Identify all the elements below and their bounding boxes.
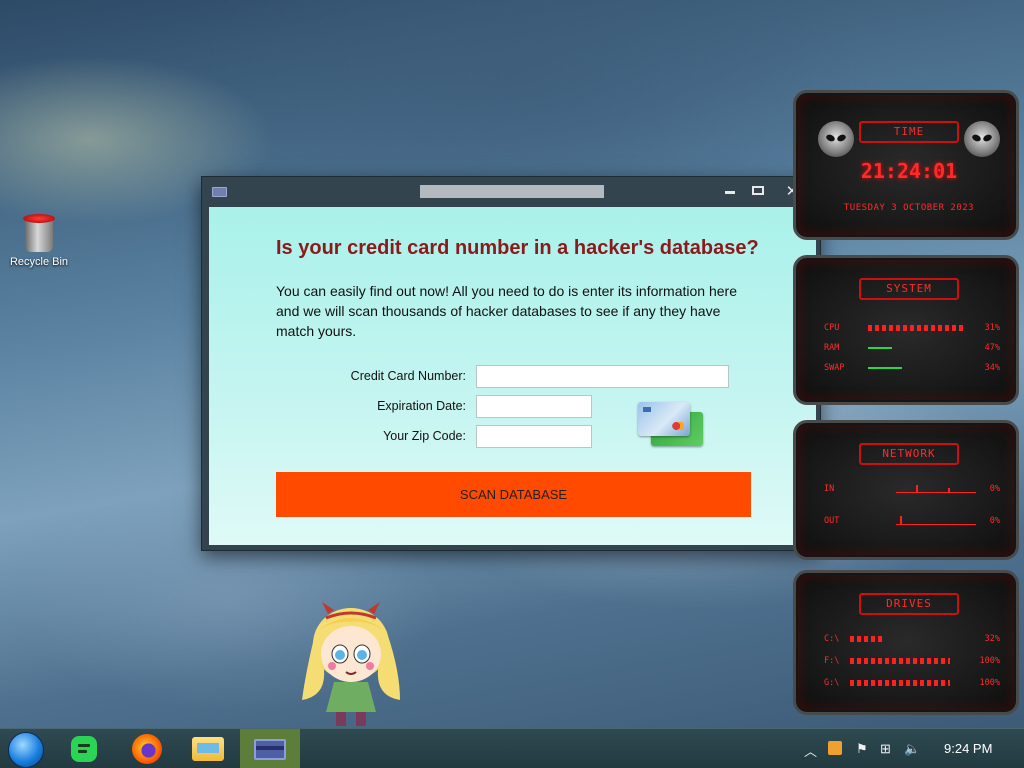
dialog-headline: Is your credit card number in a hacker's… <box>276 237 759 259</box>
recycle-bin-label: Recycle Bin <box>9 256 69 268</box>
credit-cards-icon <box>638 402 706 448</box>
chevron-up-icon[interactable]: ︿ <box>804 741 817 760</box>
recycle-bin-icon <box>23 214 55 252</box>
drive-c-label: C:\ <box>824 634 840 644</box>
update-icon[interactable] <box>828 741 842 755</box>
ram-label: RAM <box>824 343 840 353</box>
drive-c-row: C:\ 32% <box>824 633 1000 645</box>
drive-g-row: G:\ 100% <box>824 677 1000 689</box>
drive-c-bar <box>850 636 884 642</box>
swap-label: SWAP <box>824 363 845 373</box>
drive-c-value: 32% <box>984 634 1000 644</box>
swap-bar <box>868 367 902 369</box>
network-badge: NETWORK <box>859 443 959 465</box>
drive-f-value: 100% <box>979 656 1000 666</box>
dialog-content: Is your credit card number in a hacker's… <box>209 207 816 545</box>
card-number-field[interactable] <box>476 365 729 388</box>
maximize-icon <box>752 186 764 195</box>
drives-badge: DRIVES <box>859 593 959 615</box>
app-card-icon <box>212 187 227 197</box>
zip-code-field[interactable] <box>476 425 592 448</box>
cpu-label: CPU <box>824 323 840 333</box>
taskbar-credit-card-app[interactable] <box>240 729 300 768</box>
gadget-clock-time: 21:24:01 <box>860 159 958 183</box>
dialog-intro-text: You can easily find out now! All you nee… <box>276 283 737 339</box>
expiration-date-field[interactable] <box>476 395 592 418</box>
window-titlebar[interactable]: ✕ <box>202 177 820 207</box>
drive-g-bar <box>850 680 950 686</box>
credit-card-app-icon <box>254 739 286 760</box>
zip-code-label: Your Zip Code: <box>383 429 466 443</box>
drive-f-bar <box>850 658 950 664</box>
blue-card-graphic <box>638 402 690 436</box>
expiration-date-label: Expiration Date: <box>377 399 466 413</box>
recycle-bin-shortcut[interactable]: Recycle Bin <box>8 214 70 268</box>
ram-value: 47% <box>984 343 1000 353</box>
drive-g-value: 100% <box>979 678 1000 688</box>
alien-head-icon <box>964 121 1000 157</box>
network-panel: NETWORK IN 0% OUT 0% <box>793 420 1019 560</box>
taskbar-notes-app[interactable] <box>55 729 115 768</box>
network-out-row: OUT 0% <box>824 515 1000 527</box>
cartoon-girl-mascot <box>302 602 400 726</box>
card-number-label: Credit Card Number: <box>350 369 466 383</box>
ram-bar <box>868 347 892 349</box>
alien-head-icon <box>818 121 854 157</box>
network-in-label: IN <box>824 484 835 494</box>
cpu-value: 31% <box>984 323 1000 333</box>
system-badge: SYSTEM <box>859 278 959 300</box>
firefox-icon <box>132 734 162 764</box>
drive-f-label: F:\ <box>824 656 840 666</box>
scan-database-button[interactable]: SCAN DATABASE <box>276 472 751 517</box>
system-monitor-gadget: TIME 21:24:01 TUESDAY 3 OCTOBER 2023 SYS… <box>793 90 1024 720</box>
network-in-row: IN 0% <box>824 483 1000 495</box>
volume-icon[interactable]: 🔈 <box>904 741 920 757</box>
maximize-button[interactable] <box>748 182 768 200</box>
drives-panel: DRIVES C:\ 32% F:\ 100% G:\ 100% <box>793 570 1019 715</box>
minimize-icon <box>725 191 735 194</box>
drive-f-row: F:\ 100% <box>824 655 1000 667</box>
time-badge: TIME <box>859 121 959 143</box>
gadget-clock-date: TUESDAY 3 OCTOBER 2023 <box>843 203 975 213</box>
taskbar: ︿ ⚑ ⊞ 🔈 9:24 PM <box>0 728 1024 768</box>
cpu-row: CPU 31% <box>824 322 1000 334</box>
network-out-graph <box>896 516 976 525</box>
ram-row: RAM 47% <box>824 342 1000 354</box>
swap-row: SWAP 34% <box>824 362 1000 374</box>
taskbar-clock[interactable]: 9:24 PM <box>944 741 992 756</box>
taskbar-firefox[interactable] <box>116 729 176 768</box>
file-explorer-icon <box>192 737 224 761</box>
network-icon[interactable]: ⊞ <box>880 741 891 757</box>
network-out-label: OUT <box>824 516 840 526</box>
flag-icon[interactable]: ⚑ <box>856 741 868 757</box>
credit-card-scan-window: ✕ Is your credit card number in a hacker… <box>201 176 821 551</box>
cpu-bar <box>868 325 966 331</box>
time-panel: TIME 21:24:01 TUESDAY 3 OCTOBER 2023 <box>793 90 1019 240</box>
network-in-value: 0% <box>989 484 1000 494</box>
network-in-graph <box>896 485 976 493</box>
network-out-value: 0% <box>989 516 1000 526</box>
system-panel: SYSTEM CPU 31% RAM 47% SWAP 34% <box>793 255 1019 405</box>
notes-icon <box>71 736 97 762</box>
system-tray: ︿ ⚑ ⊞ 🔈 <box>800 729 940 768</box>
window-title-redacted <box>420 185 604 198</box>
swap-value: 34% <box>984 363 1000 373</box>
minimize-button[interactable] <box>720 182 740 200</box>
drive-g-label: G:\ <box>824 678 840 688</box>
start-button[interactable] <box>8 732 44 768</box>
taskbar-file-explorer[interactable] <box>178 729 238 768</box>
